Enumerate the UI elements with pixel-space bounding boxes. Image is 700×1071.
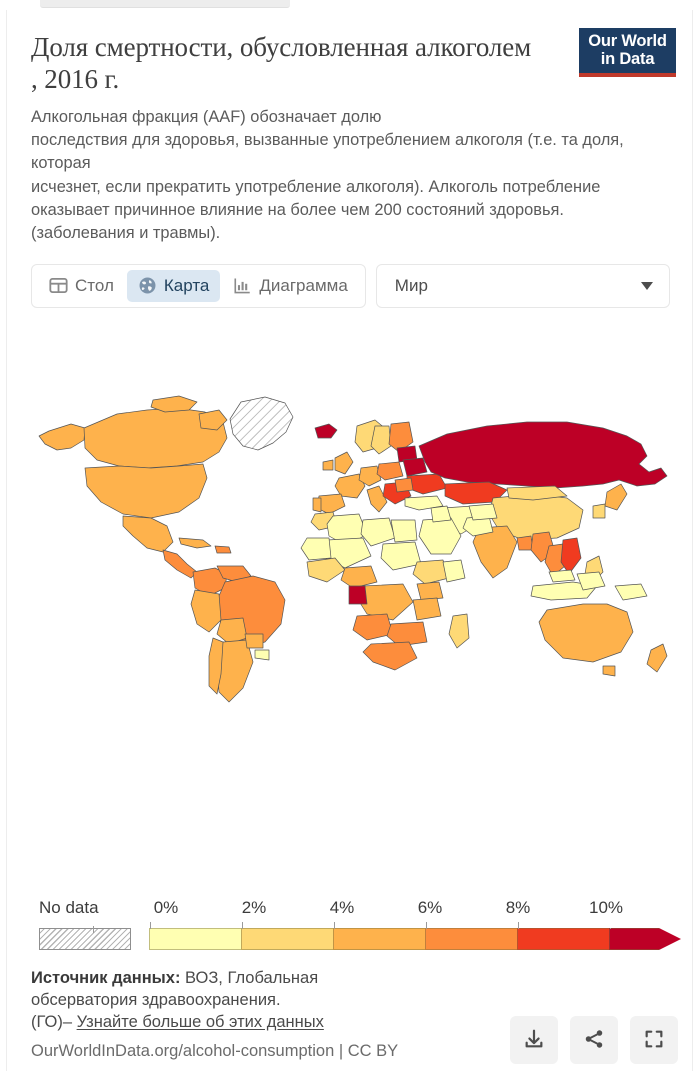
owid-logo-line1: Our World — [588, 32, 667, 50]
tab-chart[interactable]: Диаграмма — [222, 270, 358, 302]
country-belarus[interactable] — [402, 457, 428, 476]
country-iraq[interactable] — [430, 505, 452, 522]
country-iceland[interactable] — [314, 423, 338, 438]
legend-no-data-tick — [93, 926, 94, 933]
tab-table[interactable]: Стол — [38, 270, 125, 302]
page-title-year: , 2016 г. — [31, 63, 120, 94]
chart-header: Our World in Data Доля смертности, обусл… — [7, 10, 692, 246]
country-afghanistan[interactable] — [468, 503, 498, 520]
legend-tick-5: 10% — [588, 898, 624, 917]
tab-table-label: Стол — [75, 275, 114, 295]
country-hispaniola[interactable] — [214, 545, 232, 553]
tab-map[interactable]: Карта — [126, 269, 221, 302]
country-tanzania[interactable] — [412, 597, 442, 620]
entity-select-value: Мир — [394, 275, 428, 295]
learn-more-link[interactable]: Узнайте больше об этих данных — [77, 1013, 324, 1031]
legend-bin-5[interactable] — [609, 928, 681, 950]
action-buttons — [510, 1016, 678, 1064]
map-area[interactable] — [7, 314, 692, 814]
country-papua-new-guinea[interactable] — [614, 583, 648, 600]
page-title: Доля смертности, обусловленная алкоголем… — [31, 32, 670, 96]
country-libya[interactable] — [360, 517, 396, 546]
country-vietnam[interactable] — [560, 537, 582, 574]
country-south-africa[interactable] — [362, 641, 418, 670]
globe-icon — [138, 276, 157, 295]
legend-bin-1[interactable] — [241, 922, 333, 950]
chart-subtitle: Алкогольная фракция (AAF) обозначает дол… — [31, 107, 624, 243]
entity-select[interactable]: Мир — [375, 263, 670, 308]
bar-chart-icon — [233, 276, 252, 295]
country-somalia[interactable] — [442, 559, 466, 582]
fullscreen-button[interactable] — [630, 1016, 678, 1064]
country-bangladesh[interactable] — [516, 535, 534, 550]
owid-logo[interactable]: Our World in Data — [579, 28, 676, 77]
country-sudan[interactable] — [380, 541, 422, 570]
map-legend: No data 0% 2% 4% 6% 8% 10% — [31, 898, 681, 952]
tab-group: Стол Карта Диаграмма — [31, 263, 366, 308]
country-japan[interactable] — [604, 483, 628, 510]
legend-tick-2: 4% — [329, 898, 355, 917]
legend-bin-2[interactable] — [333, 922, 425, 950]
country-malaysia[interactable] — [548, 569, 576, 582]
country-gabon[interactable] — [348, 585, 368, 604]
country-united-states[interactable] — [84, 463, 208, 518]
source-prefix: Источник данных: — [31, 969, 181, 987]
country-central-america[interactable] — [162, 549, 198, 578]
country-portugal[interactable] — [312, 497, 322, 512]
legend-bin-3[interactable] — [425, 922, 517, 950]
legend-tick-3: 6% — [417, 898, 443, 917]
country-egypt[interactable] — [390, 519, 418, 542]
country-ukraine[interactable] — [406, 473, 448, 494]
country-mexico[interactable] — [122, 515, 174, 552]
table-icon — [49, 276, 68, 295]
country-united-kingdom[interactable] — [334, 451, 354, 474]
legend-tick-1: 2% — [241, 898, 267, 917]
legend-labels: No data 0% 2% 4% 6% 8% 10% — [31, 898, 681, 924]
tab-map-label: Карта — [163, 275, 210, 295]
country-cuba[interactable] — [178, 537, 212, 548]
share-button[interactable] — [570, 1016, 618, 1064]
country-mauritania[interactable] — [300, 537, 332, 560]
country-nigeria[interactable] — [340, 565, 378, 588]
country-new-zealand[interactable] — [646, 643, 668, 672]
page-title-main: Доля смертности, обусловленная алкоголем — [31, 32, 532, 62]
country-korea[interactable] — [592, 503, 606, 518]
country-ireland[interactable] — [322, 459, 334, 470]
country-paraguay[interactable] — [244, 633, 264, 648]
country-australia[interactable] — [538, 603, 634, 662]
download-icon — [523, 1028, 545, 1053]
expand-icon — [643, 1028, 665, 1053]
country-poland[interactable] — [376, 461, 404, 480]
country-kenya[interactable] — [416, 581, 444, 600]
legend-bin-4[interactable] — [517, 922, 609, 950]
tab-chart-label: Диаграмма — [259, 275, 348, 295]
country-peru[interactable] — [190, 589, 222, 632]
controls-bar: Стол Карта Диаграмма Мир — [31, 263, 670, 308]
legend-no-data-label: No data — [39, 898, 99, 917]
country-madagascar[interactable] — [448, 613, 470, 648]
country-tasmania[interactable] — [602, 665, 616, 676]
country-romania[interactable] — [394, 477, 414, 492]
country-sweden[interactable] — [370, 425, 392, 454]
legend-tick-0: 0% — [153, 898, 179, 917]
country-russia[interactable] — [418, 421, 668, 488]
owid-logo-line2: in Data — [600, 49, 655, 68]
legend-bars — [31, 922, 681, 952]
download-button[interactable] — [510, 1016, 558, 1064]
legend-bin-0[interactable] — [149, 922, 241, 950]
country-uruguay[interactable] — [254, 649, 270, 660]
chevron-down-icon — [641, 281, 653, 290]
page-top-strip — [40, 0, 290, 8]
legend-tick-4: 8% — [505, 898, 531, 917]
share-icon — [583, 1028, 605, 1053]
world-choropleth-map[interactable] — [27, 386, 677, 716]
grapher-card: Our World in Data Доля смертности, обусл… — [6, 10, 693, 1071]
legend-color-ramp — [149, 922, 681, 950]
legend-no-data-swatch[interactable] — [39, 926, 131, 950]
country-alaska[interactable] — [38, 423, 86, 450]
country-greenland[interactable] — [229, 396, 294, 450]
